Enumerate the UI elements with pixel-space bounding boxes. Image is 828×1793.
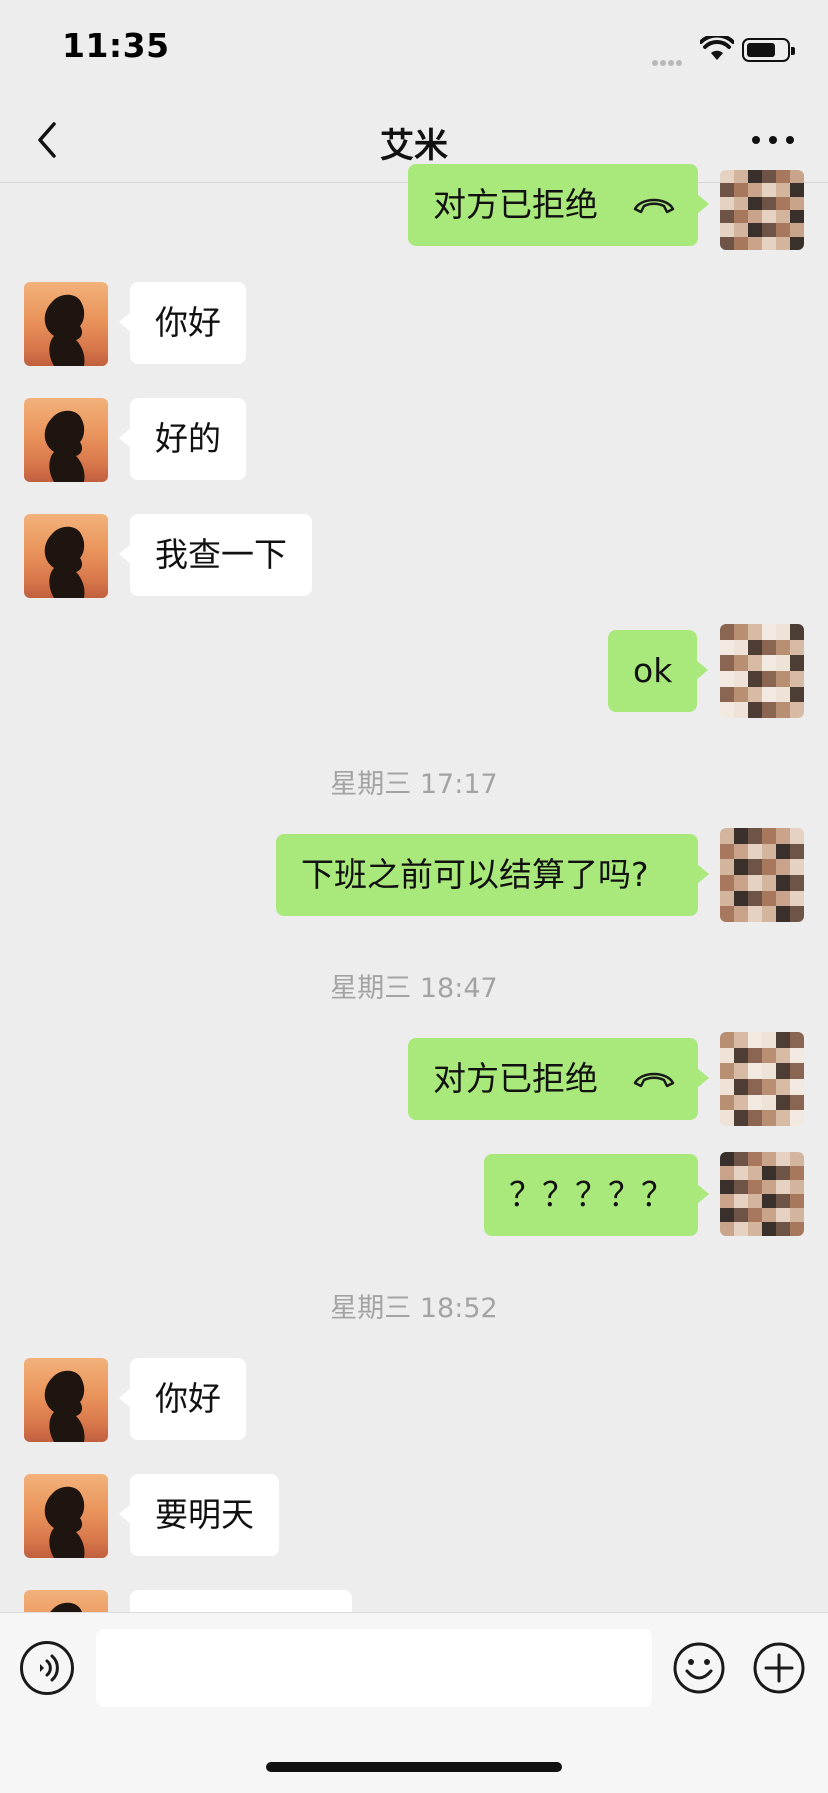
message-text: 要明天 — [155, 1495, 254, 1534]
message-text: 我查一下 — [155, 535, 287, 574]
cellular-signal-icon — [652, 51, 684, 70]
call-record-bubble[interactable]: 对方已拒绝 — [408, 164, 709, 246]
home-indicator — [266, 1762, 562, 1772]
message-timestamp: 星期三 18:52 — [330, 1293, 498, 1324]
my-avatar[interactable] — [720, 1152, 804, 1236]
message-text: ？？？？？ — [509, 1175, 674, 1214]
message-text: 下班之前可以结算了吗? — [301, 855, 649, 894]
silhouette-icon — [44, 410, 85, 482]
message-text: 你好 — [155, 303, 221, 342]
my-avatar[interactable] — [720, 624, 804, 718]
chat-title: 艾米 — [380, 126, 448, 166]
voice-input-button[interactable] — [20, 1641, 74, 1695]
contact-avatar[interactable] — [24, 282, 108, 366]
plus-icon[interactable] — [752, 1641, 806, 1695]
message-text: 对方已拒绝 — [433, 1059, 598, 1098]
phone-hangup-icon — [633, 1072, 674, 1087]
message-timestamp: 星期三 17:17 — [330, 769, 498, 800]
message-text: 好的 — [155, 419, 221, 458]
incoming-message-bubble[interactable]: 要明天 — [119, 1474, 279, 1556]
contact-avatar[interactable] — [24, 398, 108, 482]
call-record-bubble[interactable]: 对方已拒绝 — [408, 1038, 709, 1120]
contact-avatar[interactable] — [24, 1358, 108, 1442]
incoming-message-bubble[interactable]: 你好 — [119, 1358, 246, 1440]
contact-avatar[interactable] — [24, 514, 108, 598]
message-text-input[interactable] — [96, 1629, 652, 1707]
my-avatar[interactable] — [720, 170, 804, 250]
status-time: 11:35 — [62, 26, 170, 65]
outgoing-message-bubble[interactable]: ok — [608, 630, 709, 712]
outgoing-message-bubble[interactable]: 下班之前可以结算了吗? — [276, 834, 709, 916]
silhouette-icon — [44, 1370, 85, 1442]
message-text: 对方已拒绝 — [433, 185, 598, 224]
message-text: 你好 — [155, 1379, 221, 1418]
silhouette-icon — [44, 526, 85, 598]
message-timestamp: 星期三 18:47 — [330, 973, 498, 1004]
outgoing-message-bubble[interactable]: ？？？？？ — [484, 1154, 709, 1236]
contact-avatar[interactable] — [24, 1474, 108, 1558]
my-avatar[interactable] — [720, 1032, 804, 1126]
more-options-icon[interactable] — [750, 130, 796, 150]
my-avatar[interactable] — [720, 828, 804, 922]
wifi-icon — [700, 36, 734, 60]
message-text: ok — [633, 651, 673, 690]
silhouette-icon — [44, 1486, 85, 1558]
incoming-message-bubble[interactable]: 我查一下 — [119, 514, 312, 596]
incoming-message-bubble[interactable]: 好的 — [119, 398, 246, 480]
silhouette-icon — [44, 294, 85, 366]
voice-wave-icon — [40, 1654, 59, 1682]
phone-hangup-icon — [633, 198, 674, 213]
emoji-icon[interactable] — [672, 1641, 726, 1695]
incoming-message-bubble[interactable]: 你好 — [119, 282, 246, 364]
battery-icon — [742, 38, 795, 62]
